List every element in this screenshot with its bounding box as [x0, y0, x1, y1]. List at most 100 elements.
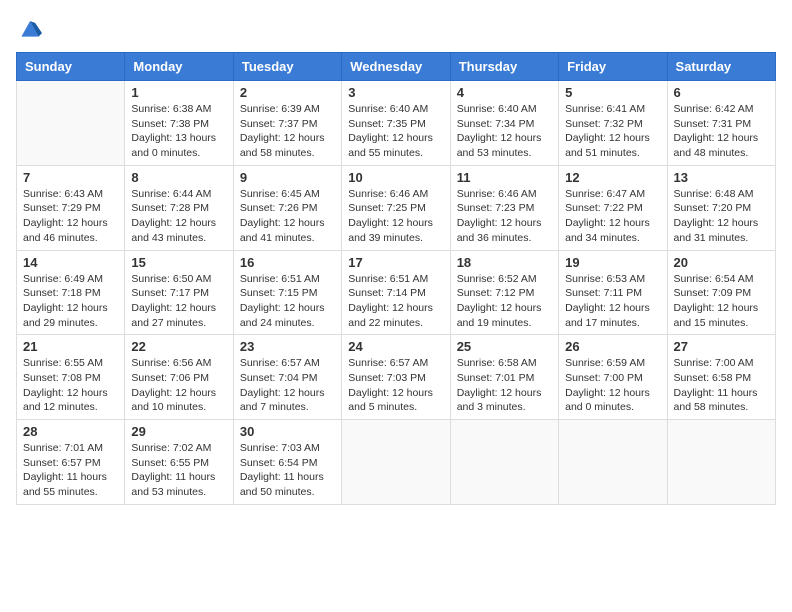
day-info: Sunrise: 6:58 AMSunset: 7:01 PMDaylight:… — [457, 356, 552, 415]
day-number: 10 — [348, 170, 443, 185]
day-info: Sunrise: 6:49 AMSunset: 7:18 PMDaylight:… — [23, 272, 118, 331]
calendar-cell — [667, 420, 775, 505]
calendar-cell — [559, 420, 667, 505]
logo-icon — [18, 16, 42, 40]
day-info: Sunrise: 6:54 AMSunset: 7:09 PMDaylight:… — [674, 272, 769, 331]
calendar-cell: 13 Sunrise: 6:48 AMSunset: 7:20 PMDayligh… — [667, 165, 775, 250]
day-number: 2 — [240, 85, 335, 100]
day-number: 20 — [674, 255, 769, 270]
calendar-cell: 25 Sunrise: 6:58 AMSunset: 7:01 PMDayligh… — [450, 335, 558, 420]
day-info: Sunrise: 7:02 AMSunset: 6:55 PMDaylight:… — [131, 441, 226, 500]
calendar-cell: 17 Sunrise: 6:51 AMSunset: 7:14 PMDayligh… — [342, 250, 450, 335]
calendar-cell: 28 Sunrise: 7:01 AMSunset: 6:57 PMDayligh… — [17, 420, 125, 505]
calendar-table: SundayMondayTuesdayWednesdayThursdayFrid… — [16, 52, 776, 505]
day-number: 24 — [348, 339, 443, 354]
calendar-week-row: 1Sunrise: 6:38 AMSunset: 7:38 PMDaylight… — [17, 81, 776, 166]
calendar-cell: 16Sunrise: 6:51 AMSunset: 7:15 PMDayligh… — [233, 250, 341, 335]
weekday-header: Monday — [125, 53, 233, 81]
day-info: Sunrise: 7:01 AMSunset: 6:57 PMDaylight:… — [23, 441, 118, 500]
weekday-header: Thursday — [450, 53, 558, 81]
calendar-cell: 14 Sunrise: 6:49 AMSunset: 7:18 PMDayligh… — [17, 250, 125, 335]
calendar-cell: 19 Sunrise: 6:53 AMSunset: 7:11 PMDayligh… — [559, 250, 667, 335]
calendar-cell: 4 Sunrise: 6:40 AMSunset: 7:34 PMDaylight… — [450, 81, 558, 166]
day-info: Sunrise: 6:50 AMSunset: 7:17 PMDaylight:… — [131, 272, 226, 331]
weekday-header: Tuesday — [233, 53, 341, 81]
day-number: 4 — [457, 85, 552, 100]
calendar-cell: 10 Sunrise: 6:46 AMSunset: 7:25 PMDayligh… — [342, 165, 450, 250]
calendar-week-row: 21Sunrise: 6:55 AMSunset: 7:08 PMDayligh… — [17, 335, 776, 420]
day-info: Sunrise: 6:57 AMSunset: 7:04 PMDaylight:… — [240, 356, 335, 415]
day-info: Sunrise: 6:59 AMSunset: 7:00 PMDaylight:… — [565, 356, 660, 415]
day-number: 28 — [23, 424, 118, 439]
day-number: 1 — [131, 85, 226, 100]
calendar-cell: 21Sunrise: 6:55 AMSunset: 7:08 PMDayligh… — [17, 335, 125, 420]
day-number: 19 — [565, 255, 660, 270]
calendar-week-row: 28 Sunrise: 7:01 AMSunset: 6:57 PMDayligh… — [17, 420, 776, 505]
day-number: 22 — [131, 339, 226, 354]
day-info: Sunrise: 6:41 AMSunset: 7:32 PMDaylight:… — [565, 102, 660, 161]
calendar-cell: 24 Sunrise: 6:57 AMSunset: 7:03 PMDayligh… — [342, 335, 450, 420]
day-info: Sunrise: 6:40 AMSunset: 7:34 PMDaylight:… — [457, 102, 552, 161]
day-number: 26 — [565, 339, 660, 354]
weekday-header: Sunday — [17, 53, 125, 81]
day-number: 7 — [23, 170, 118, 185]
day-info: Sunrise: 7:00 AMSunset: 6:58 PMDaylight:… — [674, 356, 769, 415]
day-number: 3 — [348, 85, 443, 100]
calendar-week-row: 14 Sunrise: 6:49 AMSunset: 7:18 PMDayligh… — [17, 250, 776, 335]
calendar-cell: 7 Sunrise: 6:43 AMSunset: 7:29 PMDaylight… — [17, 165, 125, 250]
day-number: 12 — [565, 170, 660, 185]
calendar-cell: 23 Sunrise: 6:57 AMSunset: 7:04 PMDayligh… — [233, 335, 341, 420]
calendar-cell: 9 Sunrise: 6:45 AMSunset: 7:26 PMDaylight… — [233, 165, 341, 250]
day-info: Sunrise: 6:48 AMSunset: 7:20 PMDaylight:… — [674, 187, 769, 246]
calendar-cell — [450, 420, 558, 505]
calendar-cell — [17, 81, 125, 166]
day-number: 13 — [674, 170, 769, 185]
day-info: Sunrise: 6:44 AMSunset: 7:28 PMDaylight:… — [131, 187, 226, 246]
day-number: 25 — [457, 339, 552, 354]
calendar-cell: 8Sunrise: 6:44 AMSunset: 7:28 PMDaylight… — [125, 165, 233, 250]
calendar-cell: 18Sunrise: 6:52 AMSunset: 7:12 PMDayligh… — [450, 250, 558, 335]
calendar-cell: 11 Sunrise: 6:46 AMSunset: 7:23 PMDayligh… — [450, 165, 558, 250]
day-info: Sunrise: 6:39 AMSunset: 7:37 PMDaylight:… — [240, 102, 335, 161]
calendar-cell: 15 Sunrise: 6:50 AMSunset: 7:17 PMDayligh… — [125, 250, 233, 335]
day-number: 21 — [23, 339, 118, 354]
day-number: 27 — [674, 339, 769, 354]
calendar-cell: 22 Sunrise: 6:56 AMSunset: 7:06 PMDayligh… — [125, 335, 233, 420]
calendar-cell: 12 Sunrise: 6:47 AMSunset: 7:22 PMDayligh… — [559, 165, 667, 250]
day-info: Sunrise: 6:40 AMSunset: 7:35 PMDaylight:… — [348, 102, 443, 161]
calendar-cell: 29 Sunrise: 7:02 AMSunset: 6:55 PMDayligh… — [125, 420, 233, 505]
day-number: 5 — [565, 85, 660, 100]
day-info: Sunrise: 6:51 AMSunset: 7:14 PMDaylight:… — [348, 272, 443, 331]
calendar-cell: 5 Sunrise: 6:41 AMSunset: 7:32 PMDaylight… — [559, 81, 667, 166]
day-info: Sunrise: 6:42 AMSunset: 7:31 PMDaylight:… — [674, 102, 769, 161]
day-number: 17 — [348, 255, 443, 270]
day-info: Sunrise: 6:51 AMSunset: 7:15 PMDaylight:… — [240, 272, 335, 331]
day-info: Sunrise: 6:47 AMSunset: 7:22 PMDaylight:… — [565, 187, 660, 246]
day-number: 30 — [240, 424, 335, 439]
calendar-cell: 2 Sunrise: 6:39 AMSunset: 7:37 PMDaylight… — [233, 81, 341, 166]
day-info: Sunrise: 6:53 AMSunset: 7:11 PMDaylight:… — [565, 272, 660, 331]
calendar-cell: 26 Sunrise: 6:59 AMSunset: 7:00 PMDayligh… — [559, 335, 667, 420]
page-header — [16, 16, 776, 40]
calendar-cell: 3 Sunrise: 6:40 AMSunset: 7:35 PMDaylight… — [342, 81, 450, 166]
calendar-cell: 20 Sunrise: 6:54 AMSunset: 7:09 PMDayligh… — [667, 250, 775, 335]
day-number: 6 — [674, 85, 769, 100]
weekday-header: Wednesday — [342, 53, 450, 81]
day-number: 14 — [23, 255, 118, 270]
calendar-cell: 1Sunrise: 6:38 AMSunset: 7:38 PMDaylight… — [125, 81, 233, 166]
logo — [16, 16, 42, 40]
day-info: Sunrise: 6:45 AMSunset: 7:26 PMDaylight:… — [240, 187, 335, 246]
day-number: 9 — [240, 170, 335, 185]
day-number: 23 — [240, 339, 335, 354]
day-number: 15 — [131, 255, 226, 270]
day-number: 29 — [131, 424, 226, 439]
day-number: 11 — [457, 170, 552, 185]
day-info: Sunrise: 6:56 AMSunset: 7:06 PMDaylight:… — [131, 356, 226, 415]
day-info: Sunrise: 6:46 AMSunset: 7:25 PMDaylight:… — [348, 187, 443, 246]
day-info: Sunrise: 6:57 AMSunset: 7:03 PMDaylight:… — [348, 356, 443, 415]
day-info: Sunrise: 6:46 AMSunset: 7:23 PMDaylight:… — [457, 187, 552, 246]
day-info: Sunrise: 6:52 AMSunset: 7:12 PMDaylight:… — [457, 272, 552, 331]
calendar-cell — [342, 420, 450, 505]
day-info: Sunrise: 6:43 AMSunset: 7:29 PMDaylight:… — [23, 187, 118, 246]
calendar-cell: 30Sunrise: 7:03 AMSunset: 6:54 PMDayligh… — [233, 420, 341, 505]
